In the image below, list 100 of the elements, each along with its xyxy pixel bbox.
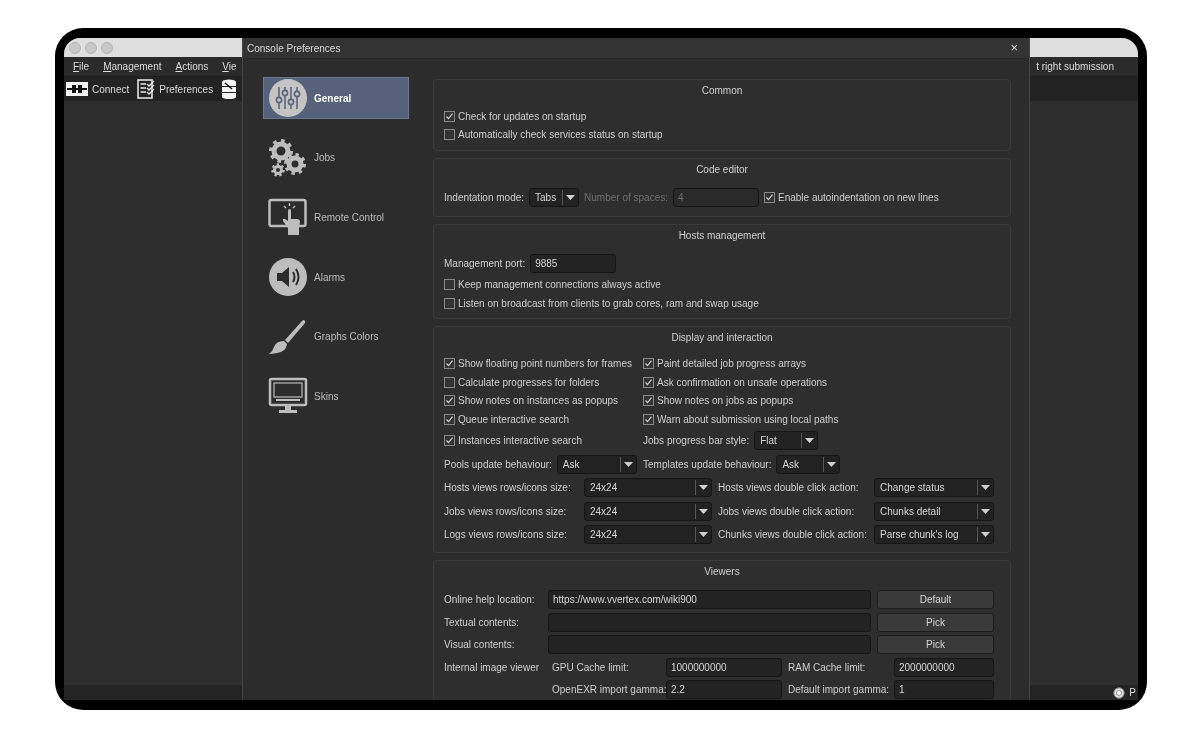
field-label: Chunks views double click action: [718, 529, 867, 540]
text-field[interactable]: 9885 [530, 253, 617, 273]
field-label: Number of spaces: [584, 192, 668, 204]
field-label: Visual contents: [444, 639, 515, 650]
text-field[interactable]: 1000000000 [666, 657, 782, 677]
checkbox-label: Automatically check services status on startup [458, 129, 663, 141]
menu-item[interactable]: Vie [222, 61, 237, 72]
radio-icon [1113, 686, 1126, 699]
gears-icon [268, 137, 308, 178]
text-field[interactable]: 2.2 [666, 680, 782, 699]
dialog-title: Console Preferences [247, 42, 341, 54]
toolbar-button[interactable] [221, 79, 238, 99]
dropdown[interactable]: Tabs [529, 188, 580, 208]
field-label: Hosts views double click action: [718, 482, 859, 493]
field-label: GPU Cache limit: [552, 661, 629, 673]
toolbar-button[interactable]: Connect [66, 82, 130, 96]
checkbox-label: Show notes on jobs as popups [657, 395, 794, 407]
menu-item[interactable]: Management [103, 61, 162, 72]
database-icon [221, 79, 238, 99]
sliders-icon [268, 78, 308, 118]
field-label: Jobs progress bar style: [643, 435, 750, 446]
checkbox[interactable] [444, 110, 455, 122]
checkbox[interactable] [643, 376, 654, 388]
checklist-icon [137, 79, 156, 99]
checkbox-label: Enable autoindentation on new lines [778, 192, 939, 204]
checkbox[interactable] [643, 395, 654, 407]
dropdown[interactable]: Flat [754, 431, 819, 450]
touchscreen-icon [268, 197, 308, 238]
speaker-icon [268, 257, 308, 298]
group-title: Hosts management [677, 228, 767, 243]
sidebar-item[interactable]: General [263, 77, 409, 119]
checkbox[interactable] [444, 129, 455, 141]
caret-icon [805, 438, 815, 443]
dropdown[interactable]: Ask [776, 454, 841, 474]
group-title: Viewers [703, 565, 741, 580]
sidebar-item[interactable]: Jobs [263, 136, 409, 179]
dropdown[interactable]: Parse chunk's log [874, 525, 994, 544]
caret-icon [981, 532, 990, 537]
caret-icon [624, 461, 633, 467]
field-label: Management port: [444, 257, 526, 269]
caret-icon [981, 485, 990, 490]
field-label: Logs views rows/icons size: [444, 529, 567, 540]
checkbox[interactable] [643, 413, 654, 425]
action-button[interactable]: Pick [877, 635, 994, 654]
checkbox[interactable] [444, 279, 455, 290]
field-label: Indentation mode: [444, 192, 525, 204]
field-label: OpenEXR import gamma: [552, 684, 667, 695]
toolbar-label: t right submission [1036, 61, 1115, 72]
checkbox-label: Ask confirmation on unsafe operations [657, 376, 828, 388]
checkbox[interactable] [444, 435, 455, 446]
caret-icon [699, 532, 708, 537]
text-field[interactable]: 1 [894, 680, 994, 699]
checkbox[interactable] [444, 376, 455, 388]
action-button[interactable]: Default [877, 590, 994, 609]
field-label: Default import gamma: [788, 684, 890, 695]
checkbox-label: Queue interactive search [458, 413, 570, 425]
sidebar-item[interactable]: Skins [263, 375, 409, 418]
checkbox-label: Paint detailed job progress arrays [657, 358, 806, 370]
checkbox[interactable] [444, 358, 455, 370]
field-label: Jobs views rows/icons size: [444, 505, 567, 517]
status-text: P [1129, 687, 1136, 698]
caret-icon [827, 461, 837, 467]
text-field[interactable]: 2000000000 [894, 657, 994, 677]
checkbox[interactable] [444, 297, 455, 309]
menu-item[interactable]: Actions [175, 61, 209, 72]
checkbox[interactable] [764, 192, 775, 204]
text-field[interactable]: https://www.vvertex.com/wiki900 [548, 590, 871, 609]
group-title: Common [700, 84, 744, 98]
dropdown[interactable]: 24x24 [584, 478, 712, 497]
checkbox-label: Instances interactive search [458, 435, 582, 446]
action-button[interactable]: Pick [877, 612, 994, 632]
dropdown[interactable]: 24x24 [584, 525, 712, 544]
field-label: Internal image viewer [444, 661, 540, 673]
text-field[interactable] [548, 635, 871, 654]
caret-icon [981, 508, 990, 514]
group-title: Display and interaction [670, 331, 774, 346]
checkbox-label: Keep management connections always active [458, 279, 661, 290]
caret-icon [699, 485, 708, 490]
checkbox-label: Calculate progresses for folders [458, 376, 600, 388]
sidebar-item[interactable]: Graphs Colors [263, 315, 409, 358]
close-button[interactable]: × [1007, 41, 1021, 55]
checkbox[interactable] [444, 395, 455, 407]
dropdown[interactable]: 24x24 [584, 501, 712, 521]
sidebar-item[interactable]: Alarms [263, 256, 409, 299]
field-label: Jobs views double click action: [718, 505, 855, 517]
checkbox-label: Show floating point numbers for frames [458, 358, 632, 370]
sidebar-item[interactable]: Remote Control [263, 196, 409, 239]
checkbox[interactable] [444, 413, 455, 425]
dropdown[interactable]: Ask [556, 454, 637, 474]
field-label: RAM Cache limit: [788, 661, 866, 673]
dropdown[interactable]: Chunks detail [874, 501, 994, 521]
text-field[interactable] [548, 612, 871, 632]
field-label: Textual contents: [444, 616, 520, 628]
checkbox[interactable] [643, 358, 654, 370]
field-label: Templates update behaviour: [643, 458, 772, 470]
field-label: Online help location: [444, 594, 535, 605]
menu-item[interactable]: File [73, 61, 90, 72]
toolbar-button[interactable]: Preferences [137, 79, 214, 99]
field-label: Pools update behaviour: [444, 458, 552, 470]
dropdown[interactable]: Change status [874, 478, 994, 497]
